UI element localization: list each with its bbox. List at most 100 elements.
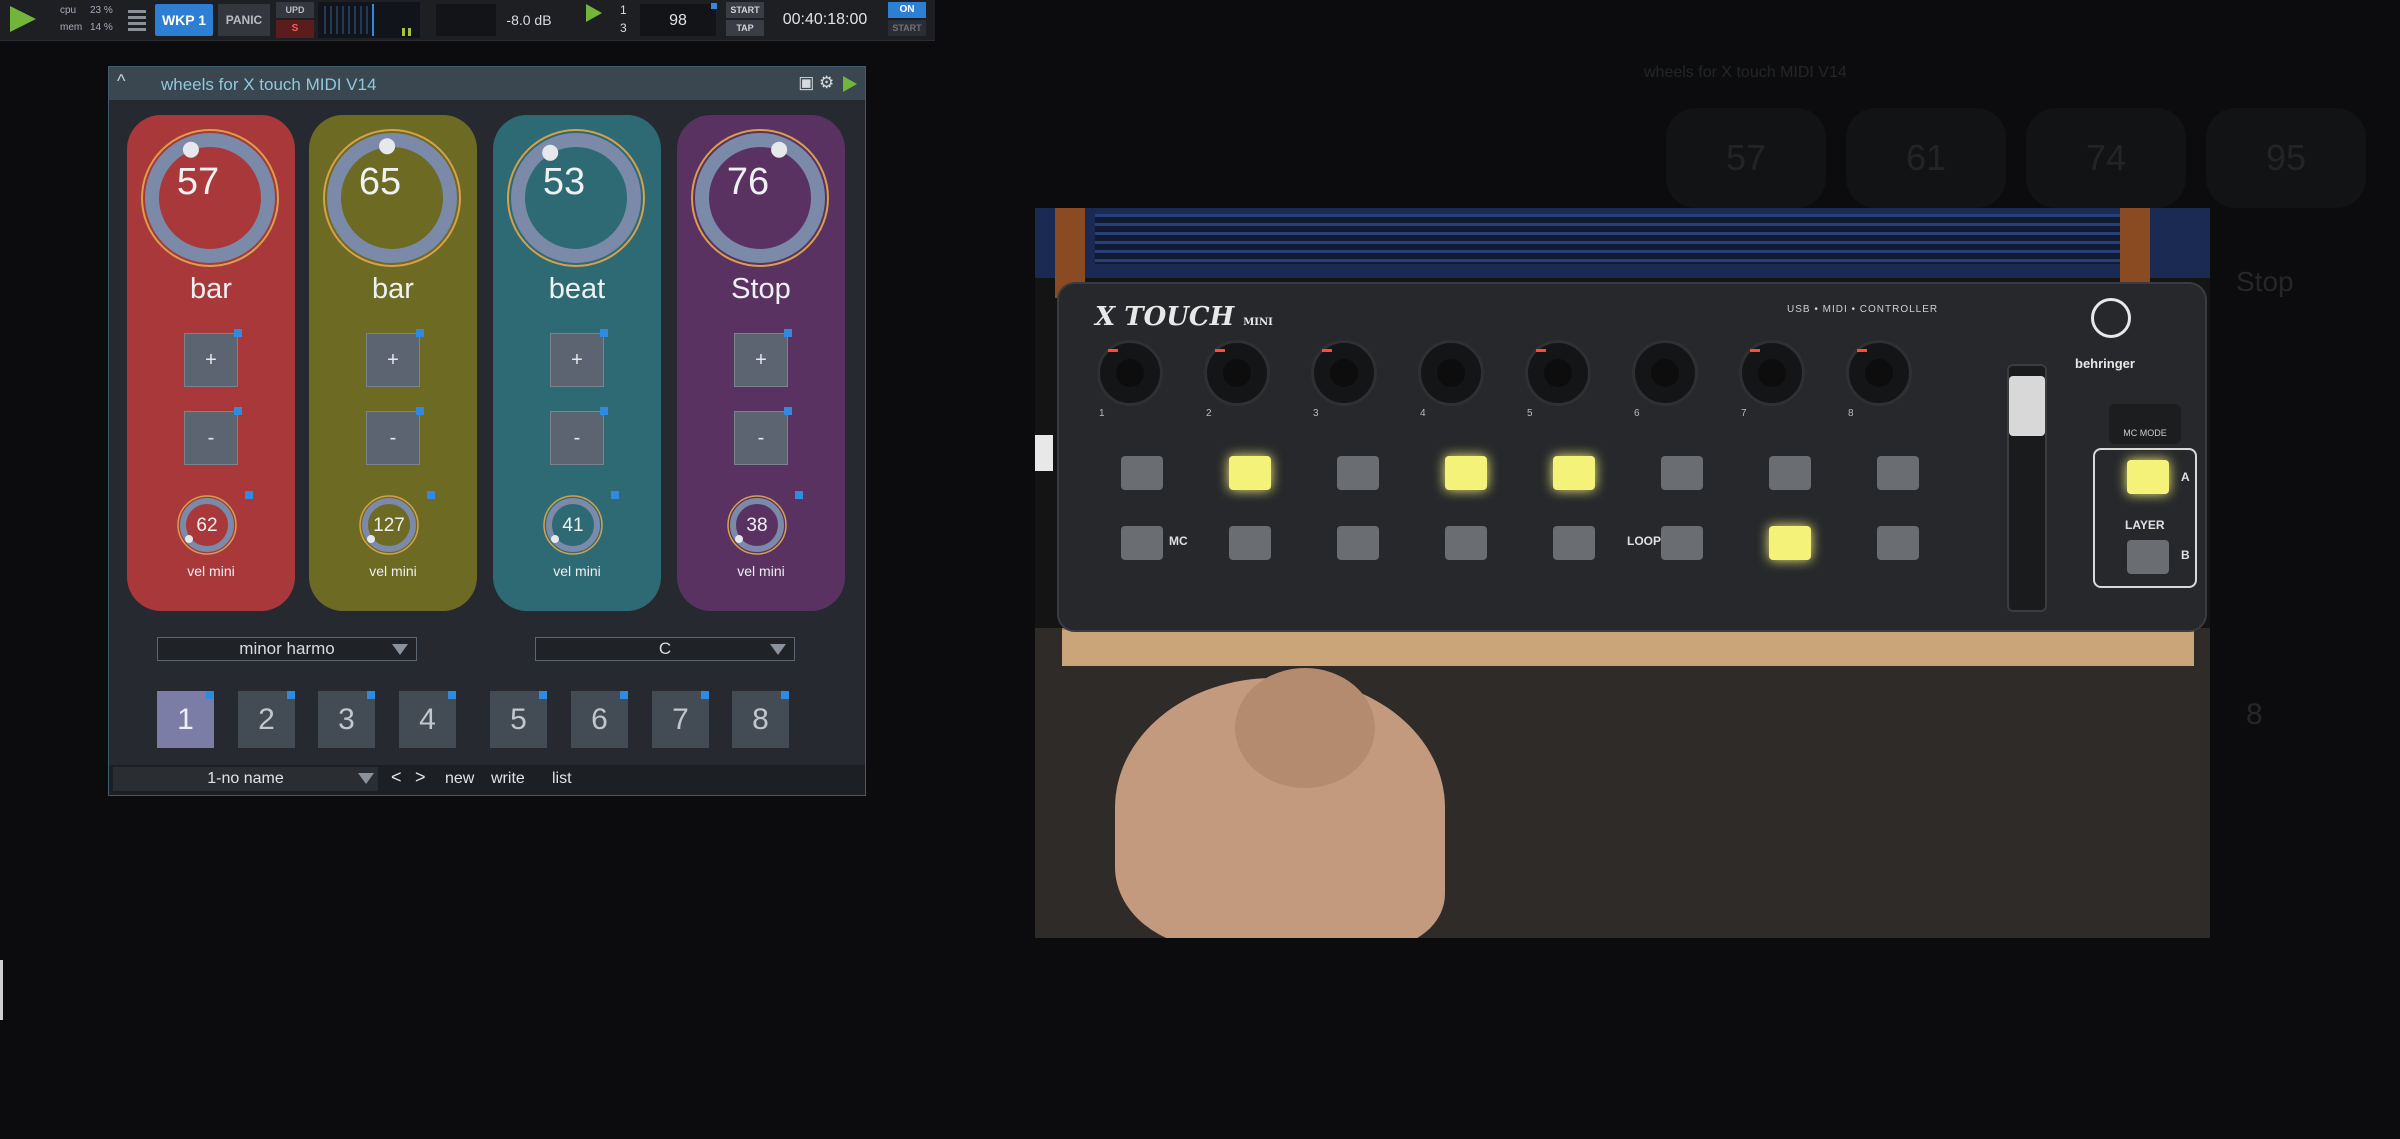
play-icon[interactable] — [843, 75, 857, 92]
increment-button[interactable]: + — [734, 329, 792, 387]
panel-title: wheels for X touch MIDI V14 — [161, 75, 377, 94]
rotary-encoder — [1204, 340, 1270, 406]
volume-readout[interactable]: -8.0 dB — [500, 4, 558, 36]
ghost-title: wheels for X touch MIDI V14 — [1644, 64, 1847, 81]
bottom-pad — [1445, 526, 1487, 560]
cpu-readout: cpu 23 % — [60, 4, 113, 18]
solo-button[interactable]: S — [276, 20, 314, 38]
xtouch-mini-controller: X TOUCH MINI USB • MIDI • CONTROLLER beh… — [1057, 282, 2207, 632]
rotary-encoder — [1632, 340, 1698, 406]
wood-plank — [1062, 628, 2194, 666]
bank-bar: 1-no name < > new write list — [109, 765, 865, 795]
cpu-label: cpu — [60, 5, 77, 16]
velocity-marker — [611, 491, 619, 499]
preset-button-4[interactable]: 4 — [399, 691, 456, 748]
increment-button[interactable]: + — [366, 329, 424, 387]
scale-select[interactable]: minor harmo — [157, 637, 417, 661]
tap-button[interactable]: TAP — [726, 20, 764, 36]
new-button[interactable]: new — [445, 770, 474, 788]
write-button[interactable]: write — [491, 770, 525, 788]
wheels-panel: ^ wheels for X touch MIDI V14 ▣ ⚙ 57 bar +… — [108, 66, 866, 796]
increment-button[interactable]: + — [550, 329, 608, 387]
bottom-pad — [1661, 526, 1703, 560]
collapse-icon[interactable]: ^ — [117, 71, 125, 92]
cpu-value: 23 % — [90, 5, 113, 16]
video-edge-mark — [1035, 435, 1053, 471]
rotary-encoder — [1097, 340, 1163, 406]
ghost-preset: 8 — [2246, 698, 2263, 731]
top-pad — [1661, 456, 1703, 490]
device-maker: behringer — [2075, 356, 2135, 371]
preset-button-7[interactable]: 7 — [652, 691, 709, 748]
mc-label: MC — [1169, 534, 1188, 548]
chevron-down-icon — [358, 773, 374, 784]
increment-button[interactable]: + — [184, 329, 242, 387]
strip-label: Stop — [731, 273, 791, 305]
ghost-label: Stop — [2236, 266, 2294, 297]
layer-label: LAYER — [2125, 518, 2165, 532]
strip-label: beat — [548, 273, 606, 305]
decrement-button[interactable]: - — [366, 407, 424, 465]
bottom-pad — [1553, 526, 1595, 560]
velocity-marker — [427, 491, 435, 499]
key-select[interactable]: C — [535, 637, 795, 661]
preset-button-8[interactable]: 8 — [732, 691, 789, 748]
camera-video: X TOUCH MINI USB • MIDI • CONTROLLER beh… — [1035, 208, 2210, 938]
wheel-strip: 65 bar + - 127 vel mini — [309, 115, 477, 611]
prev-bank-button[interactable]: < — [391, 767, 402, 788]
tempo-field[interactable]: 98 — [640, 4, 716, 36]
encoder-number: 1 — [1099, 408, 1105, 419]
scale-select-value: minor harmo — [239, 639, 335, 658]
hand-knuckle — [1235, 668, 1375, 788]
top-pad — [1877, 456, 1919, 490]
decrement-button[interactable]: - — [734, 407, 792, 465]
velocity-value: 38 — [746, 515, 768, 536]
velocity-marker — [245, 491, 253, 499]
preset-button-6[interactable]: 6 — [571, 691, 628, 748]
menu-icon[interactable] — [128, 7, 146, 31]
bottom-pad — [1229, 526, 1271, 560]
list-button[interactable]: list — [552, 770, 572, 788]
top-pad — [1445, 456, 1487, 490]
decrement-button[interactable]: - — [184, 407, 242, 465]
chevron-down-icon — [392, 644, 408, 655]
preset-button-1[interactable]: 1 — [157, 691, 214, 748]
window-edge — [0, 960, 3, 1020]
encoder-number: 4 — [1420, 408, 1426, 419]
device-logo: X TOUCH MINI — [1095, 302, 1273, 332]
camera-icon[interactable]: ▣ — [798, 73, 814, 92]
velocity-value: 41 — [562, 515, 584, 536]
rotary-encoder — [1846, 340, 1912, 406]
panel-header: ^ wheels for X touch MIDI V14 ▣ ⚙ — [109, 67, 865, 100]
layer-a-label: A — [2181, 470, 2190, 484]
velocity-label: vel mini — [369, 563, 417, 579]
time-clock: 00:40:18:00 — [782, 11, 868, 28]
start-button[interactable]: START — [726, 2, 764, 18]
top-pad — [1337, 456, 1379, 490]
wheel-strip: 53 beat + - 41 vel mini — [493, 115, 661, 611]
encoder-number: 6 — [1634, 408, 1640, 419]
update-button[interactable]: UPD — [276, 2, 314, 18]
knob-value: 57 — [176, 161, 220, 203]
preset-button-3[interactable]: 3 — [318, 691, 375, 748]
preset-button-2[interactable]: 2 — [238, 691, 295, 748]
velocity-value: 127 — [373, 515, 405, 536]
rotary-encoder — [1418, 340, 1484, 406]
next-bank-button[interactable]: > — [415, 767, 426, 788]
gear-icon[interactable]: ⚙ — [819, 73, 834, 92]
on-button[interactable]: ON — [888, 2, 926, 18]
bank-select[interactable]: 1-no name — [113, 767, 378, 791]
bank-select-value: 1-no name — [207, 770, 284, 787]
panic-button[interactable]: PANIC — [218, 4, 270, 36]
start-secondary-button[interactable]: START — [888, 20, 926, 36]
play-icon[interactable] — [10, 6, 36, 32]
mc-mode-button: MC MODE — [2109, 404, 2181, 444]
top-pad — [1553, 456, 1595, 490]
workspace-button[interactable]: WKP 1 — [155, 4, 213, 36]
preset-button-5[interactable]: 5 — [490, 691, 547, 748]
velocity-marker — [795, 491, 803, 499]
play-small-icon[interactable] — [586, 4, 602, 22]
encoder-number: 3 — [1313, 408, 1319, 419]
decrement-button[interactable]: - — [550, 407, 608, 465]
knob-value: 76 — [726, 161, 770, 203]
